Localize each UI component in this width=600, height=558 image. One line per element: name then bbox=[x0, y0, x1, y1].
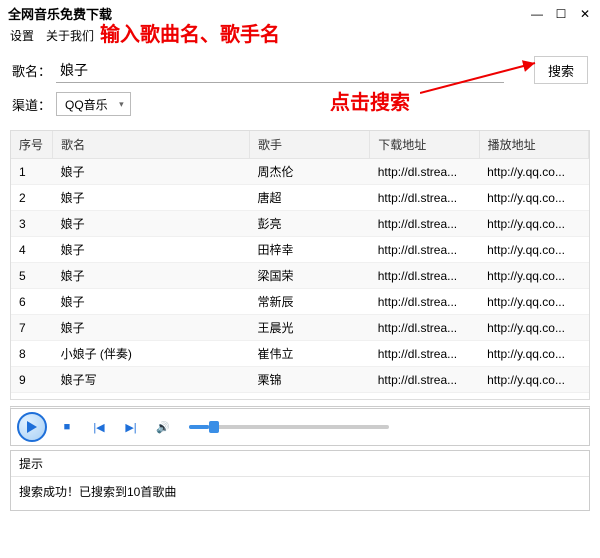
search-form: 歌名： 搜索 渠道： QQ音乐 ▾ bbox=[0, 48, 600, 128]
cell-artist: 王晨光 bbox=[249, 393, 369, 401]
col-download[interactable]: 下载地址 bbox=[370, 131, 479, 159]
window-controls: — ☐ ✕ bbox=[530, 7, 592, 21]
table-row[interactable]: 9娘子写栗锦http://dl.strea...http://y.qq.co..… bbox=[11, 367, 589, 393]
col-idx[interactable]: 序号 bbox=[11, 131, 53, 159]
cell-play: http://y.qq.co... bbox=[479, 185, 588, 211]
slider-fill bbox=[189, 425, 209, 429]
cell-name: 娘子 bbox=[53, 237, 250, 263]
results-table: 序号 歌名 歌手 下载地址 播放地址 1娘子周杰伦http://dl.strea… bbox=[10, 130, 590, 400]
cell-idx: 10 bbox=[11, 393, 53, 401]
cell-play: http://y.qq.co... bbox=[479, 367, 588, 393]
cell-artist: 彭亮 bbox=[249, 211, 369, 237]
cell-play: http://y.qq.co... bbox=[479, 263, 588, 289]
cell-artist: 常新辰 bbox=[249, 289, 369, 315]
cell-artist: 崔伟立 bbox=[249, 341, 369, 367]
cell-idx: 1 bbox=[11, 159, 53, 185]
next-button[interactable]: ▶| bbox=[119, 415, 143, 439]
cell-play: http://y.qq.co... bbox=[479, 237, 588, 263]
cell-play: http://y.qq.co... bbox=[479, 289, 588, 315]
cell-download: http://dl.strea... bbox=[370, 367, 479, 393]
table-row[interactable]: 3娘子彭亮http://dl.strea...http://y.qq.co... bbox=[11, 211, 589, 237]
channel-label: 渠道： bbox=[12, 95, 56, 114]
cell-download: http://dl.strea... bbox=[370, 159, 479, 185]
cell-play: http://y.qq.co... bbox=[479, 315, 588, 341]
col-name[interactable]: 歌名 bbox=[53, 131, 250, 159]
minimize-button[interactable]: — bbox=[530, 7, 544, 21]
cell-name: 娘子 bbox=[53, 315, 250, 341]
cell-download: http://dl.strea... bbox=[370, 341, 479, 367]
table-row[interactable]: 4娘子田梓幸http://dl.strea...http://y.qq.co..… bbox=[11, 237, 589, 263]
menubar: 设置 关于我们 bbox=[0, 25, 600, 48]
chevron-down-icon: ▾ bbox=[119, 99, 124, 110]
table-row[interactable]: 1娘子周杰伦http://dl.strea...http://y.qq.co..… bbox=[11, 159, 589, 185]
progress-slider[interactable] bbox=[189, 425, 389, 429]
cell-artist: 王晨光 bbox=[249, 315, 369, 341]
cell-artist: 周杰伦 bbox=[249, 159, 369, 185]
cell-idx: 5 bbox=[11, 263, 53, 289]
col-play[interactable]: 播放地址 bbox=[479, 131, 588, 159]
table-row[interactable]: 10娘子 舞曲版王晨光http://dl.strea...http://y.qq… bbox=[11, 393, 589, 401]
cell-artist: 栗锦 bbox=[249, 367, 369, 393]
cell-play: http://y.qq.co... bbox=[479, 393, 588, 401]
cell-idx: 7 bbox=[11, 315, 53, 341]
volume-button[interactable]: 🔊 bbox=[151, 415, 175, 439]
menu-about[interactable]: 关于我们 bbox=[46, 27, 94, 44]
cell-name: 娘子 bbox=[53, 159, 250, 185]
cell-idx: 2 bbox=[11, 185, 53, 211]
cell-name: 娘子写 bbox=[53, 367, 250, 393]
cell-name: 娘子 bbox=[53, 211, 250, 237]
close-button[interactable]: ✕ bbox=[578, 7, 592, 21]
play-icon bbox=[27, 421, 37, 433]
table-header-row: 序号 歌名 歌手 下载地址 播放地址 bbox=[11, 131, 589, 159]
cell-artist: 唐超 bbox=[249, 185, 369, 211]
cell-name: 娘子 bbox=[53, 289, 250, 315]
menu-settings[interactable]: 设置 bbox=[10, 27, 34, 44]
table-row[interactable]: 8小娘子 (伴奏)崔伟立http://dl.strea...http://y.q… bbox=[11, 341, 589, 367]
cell-download: http://dl.strea... bbox=[370, 211, 479, 237]
cell-artist: 田梓幸 bbox=[249, 237, 369, 263]
table-row[interactable]: 2娘子唐超http://dl.strea...http://y.qq.co... bbox=[11, 185, 589, 211]
cell-download: http://dl.strea... bbox=[370, 263, 479, 289]
table-row[interactable]: 6娘子常新辰http://dl.strea...http://y.qq.co..… bbox=[11, 289, 589, 315]
cell-artist: 梁国荣 bbox=[249, 263, 369, 289]
cell-name: 娘子 bbox=[53, 185, 250, 211]
cell-name: 小娘子 (伴奏) bbox=[53, 341, 250, 367]
prev-button[interactable]: |◀ bbox=[87, 415, 111, 439]
cell-idx: 3 bbox=[11, 211, 53, 237]
cell-idx: 6 bbox=[11, 289, 53, 315]
cell-idx: 8 bbox=[11, 341, 53, 367]
cell-play: http://y.qq.co... bbox=[479, 159, 588, 185]
cell-idx: 4 bbox=[11, 237, 53, 263]
status-title: 提示 bbox=[11, 451, 589, 477]
channel-select[interactable]: QQ音乐 ▾ bbox=[56, 92, 131, 116]
song-input[interactable] bbox=[56, 57, 504, 83]
play-button[interactable] bbox=[17, 412, 47, 442]
status-message: 搜索成功！已搜索到10首歌曲 bbox=[11, 477, 589, 510]
cell-name: 娘子 bbox=[53, 263, 250, 289]
stop-button[interactable]: ■ bbox=[55, 415, 79, 439]
cell-play: http://y.qq.co... bbox=[479, 211, 588, 237]
col-artist[interactable]: 歌手 bbox=[249, 131, 369, 159]
titlebar: 全网音乐免费下载 — ☐ ✕ bbox=[0, 0, 600, 25]
cell-download: http://dl.strea... bbox=[370, 289, 479, 315]
window-title: 全网音乐免费下载 bbox=[8, 4, 112, 23]
cell-download: http://dl.strea... bbox=[370, 393, 479, 401]
cell-idx: 9 bbox=[11, 367, 53, 393]
cell-download: http://dl.strea... bbox=[370, 237, 479, 263]
song-label: 歌名： bbox=[12, 61, 56, 80]
table-row[interactable]: 7娘子王晨光http://dl.strea...http://y.qq.co..… bbox=[11, 315, 589, 341]
search-button[interactable]: 搜索 bbox=[534, 56, 588, 84]
slider-thumb[interactable] bbox=[209, 421, 219, 433]
cell-download: http://dl.strea... bbox=[370, 315, 479, 341]
media-player: ■ |◀ ▶| 🔊 bbox=[10, 406, 590, 446]
cell-download: http://dl.strea... bbox=[370, 185, 479, 211]
cell-name: 娘子 舞曲版 bbox=[53, 393, 250, 401]
status-panel: 提示 搜索成功！已搜索到10首歌曲 bbox=[10, 450, 590, 511]
maximize-button[interactable]: ☐ bbox=[554, 7, 568, 21]
cell-play: http://y.qq.co... bbox=[479, 341, 588, 367]
table-row[interactable]: 5娘子梁国荣http://dl.strea...http://y.qq.co..… bbox=[11, 263, 589, 289]
